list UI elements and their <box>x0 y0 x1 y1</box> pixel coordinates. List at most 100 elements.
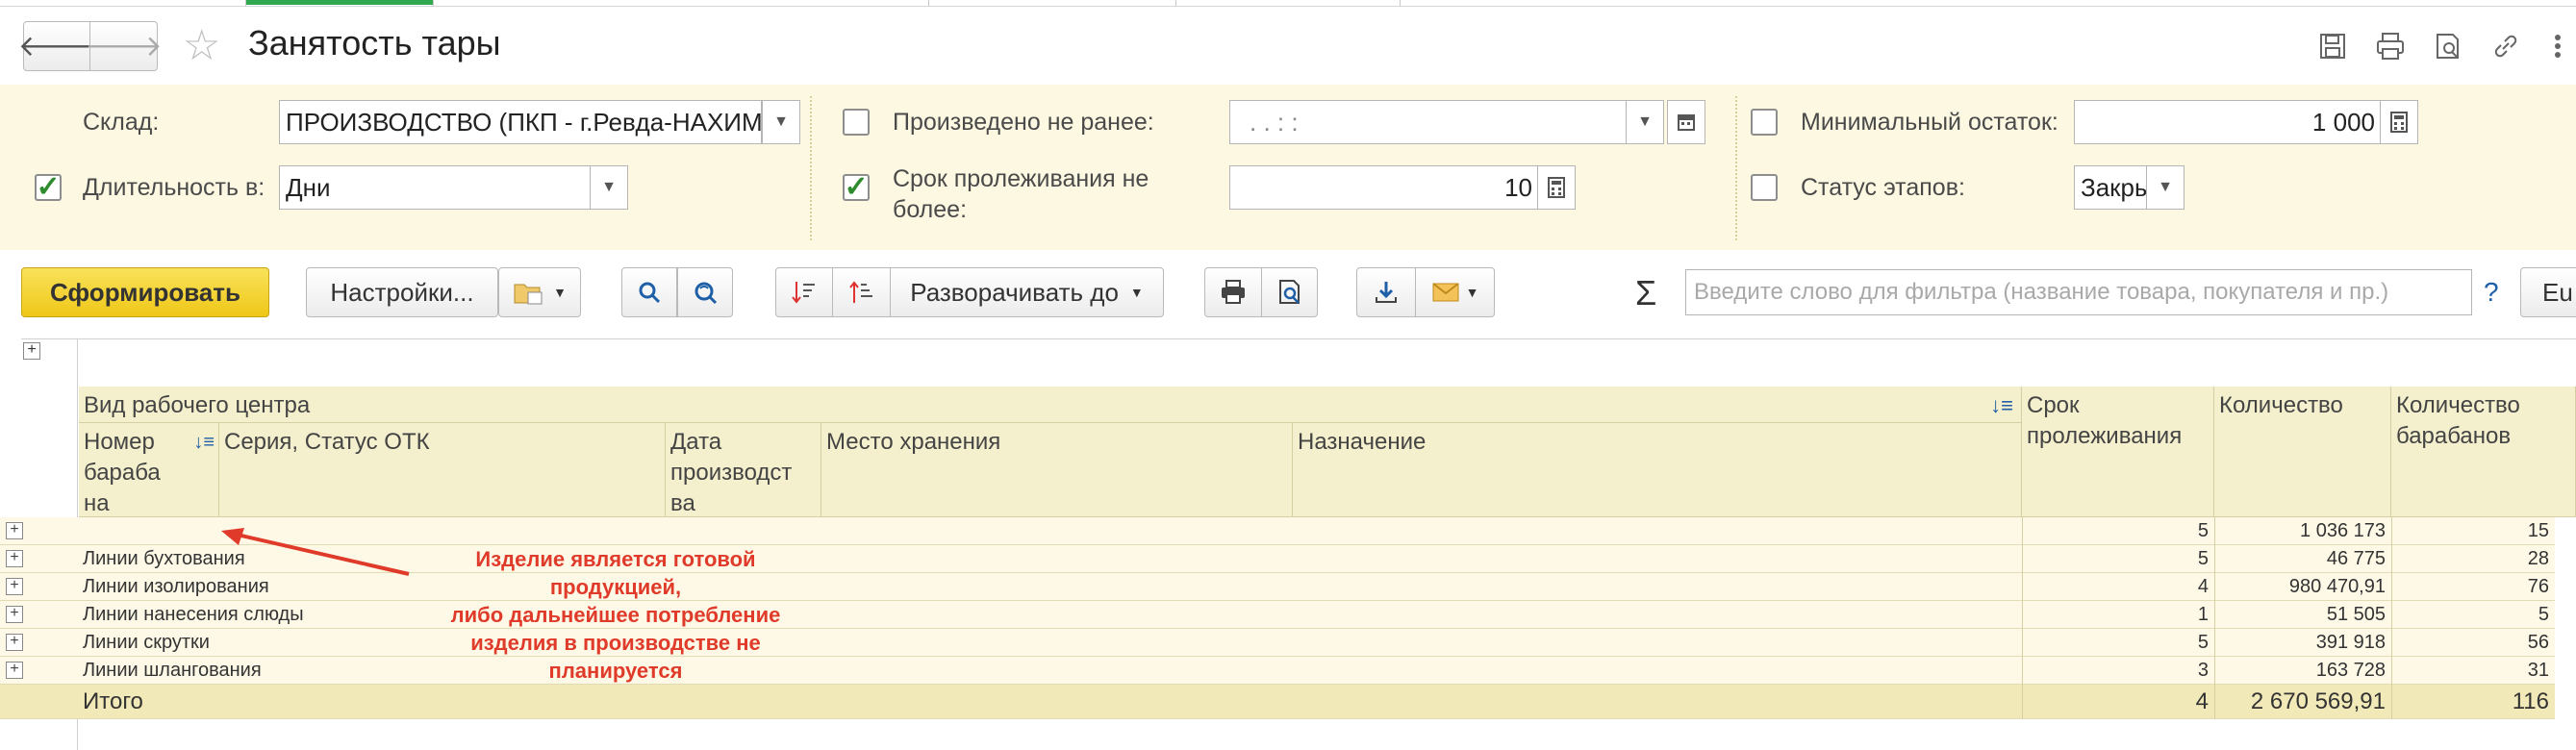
storage-days-label-line2: более: <box>893 196 968 223</box>
filter-search-input[interactable]: Введите слово для фильтра (название това… <box>1685 269 2472 315</box>
row-name: Линии нанесения слюды <box>83 604 304 625</box>
min-balance-calc-button[interactable] <box>2380 100 2418 144</box>
folder-icon <box>514 284 543 305</box>
tab-divider <box>1175 0 1176 6</box>
col-quantity[interactable]: Количество <box>2214 387 2391 517</box>
stage-status-dropdown-button[interactable]: ▼ <box>2146 165 2185 210</box>
row-qty: 46 775 <box>2326 548 2386 569</box>
expand-row-icon[interactable]: + <box>6 522 23 539</box>
produced-checkbox[interactable] <box>843 109 870 136</box>
calculator-icon <box>1548 177 1565 198</box>
find-button[interactable] <box>621 267 677 317</box>
stage-status-label: Статус этапов: <box>1801 174 1965 201</box>
print-icon[interactable] <box>2370 25 2411 67</box>
expand-row-icon[interactable]: + <box>6 606 23 623</box>
produced-date-field[interactable]: . . : : <box>1229 100 1645 144</box>
col-storage-days[interactable]: Срок пролеживания <box>2022 387 2214 517</box>
annotation-line: изделия в производстве не <box>470 631 761 655</box>
preview-icon <box>1278 280 1300 304</box>
calendar-icon <box>1678 114 1695 131</box>
expand-all-icon[interactable]: + <box>23 342 40 360</box>
table-row[interactable]: + Линии шлангования 3 163 728 31 <box>0 657 2555 685</box>
row-qty: 51 505 <box>2326 604 2386 625</box>
column-divider <box>2022 517 2023 719</box>
sort-icon[interactable]: ↓≡ <box>1990 390 2013 421</box>
checkmark-icon: ✓ <box>36 171 61 203</box>
row-days: 4 <box>2197 576 2209 597</box>
expand-to-label: Разворачивать до <box>910 277 1119 307</box>
sum-icon[interactable]: Σ <box>1635 273 1656 313</box>
annotation-text: Изделие является готовой продукцией, либ… <box>404 545 827 685</box>
annotation-line: Изделие является готовой <box>475 547 756 571</box>
col-purpose[interactable]: Назначение <box>1293 423 2022 517</box>
expand-row-icon[interactable]: + <box>6 662 23 679</box>
duration-field[interactable]: Дни <box>279 165 591 210</box>
find-next-button[interactable] <box>677 267 733 317</box>
duration-dropdown-button[interactable]: ▼ <box>590 165 628 210</box>
expand-row-icon[interactable]: + <box>6 550 23 567</box>
total-qty: 2 670 569,91 <box>2250 688 2386 714</box>
col-prod-date[interactable]: Дата производст ва <box>666 423 821 517</box>
arrow-left-icon: 🡐 <box>17 31 96 62</box>
table-row[interactable]: + Линии нанесения слюды 1 51 505 5 <box>0 601 2555 629</box>
col-storage-place[interactable]: Место хранения <box>821 423 1293 517</box>
calendar-button[interactable] <box>1667 100 1705 144</box>
min-balance-checkbox[interactable] <box>1751 109 1778 136</box>
total-drums: 116 <box>2512 688 2549 714</box>
expand-row-icon[interactable]: + <box>6 578 23 595</box>
forward-button[interactable]: 🡒 <box>85 21 163 71</box>
chevron-down-icon: ▼ <box>2158 179 2173 195</box>
sort-icon[interactable]: ↓≡ <box>193 427 215 458</box>
annotation-arrow <box>221 528 410 576</box>
link-icon[interactable] <box>2486 25 2526 67</box>
help-link[interactable]: ? <box>2484 277 2499 308</box>
storage-days-checkbox[interactable]: ✓ <box>843 173 870 202</box>
column-divider <box>2214 517 2215 719</box>
duration-checkbox[interactable]: ✓ <box>35 171 62 203</box>
col-drums[interactable]: Количество барабанов <box>2391 387 2576 517</box>
back-button[interactable]: 🡐 <box>18 21 95 71</box>
expand-to-button[interactable]: Разворачивать до ▼ <box>891 267 1164 317</box>
print-preview-button[interactable] <box>1262 267 1318 317</box>
filter-separator <box>810 96 812 240</box>
warehouse-dropdown-button[interactable]: ▼ <box>762 100 800 144</box>
generate-button[interactable]: Сформировать <box>21 267 269 317</box>
preview-icon[interactable] <box>2428 25 2468 67</box>
sort-asc-button[interactable] <box>833 267 891 317</box>
save-icon[interactable] <box>2312 25 2353 67</box>
tab-divider <box>928 0 929 6</box>
chevron-down-icon: ▼ <box>1637 113 1653 130</box>
sort-desc-button[interactable] <box>775 267 833 317</box>
table-row[interactable]: + Линии скрутки 5 391 918 56 <box>0 629 2555 657</box>
row-days: 1 <box>2197 604 2209 625</box>
tab-divider <box>1400 0 1401 6</box>
row-drums: 76 <box>2527 576 2549 597</box>
filter-separator <box>1735 96 1737 240</box>
warehouse-field[interactable]: ПРОИЗВОДСТВО (ПКП - г.Ревда-НАХИМ <box>279 100 762 144</box>
row-qty: 1 036 173 <box>2300 520 2386 541</box>
print-button[interactable] <box>1204 267 1262 317</box>
storage-days-calc-button[interactable] <box>1537 165 1576 210</box>
settings-button[interactable]: Настройки... <box>306 267 498 317</box>
stage-status-field[interactable]: Закры <box>2074 165 2147 210</box>
more-icon[interactable] <box>2543 25 2572 67</box>
col-series[interactable]: Серия, Статус ОТК <box>219 423 666 517</box>
stage-status-checkbox[interactable] <box>1751 174 1778 201</box>
row-name: Линии шлангования <box>83 660 262 681</box>
col-drum-number[interactable]: Номер бараба на ↓≡ <box>79 423 219 517</box>
min-balance-field[interactable]: 1 000 <box>2074 100 2382 144</box>
save-to-file-button[interactable] <box>1356 267 1416 317</box>
send-email-button[interactable]: ▼ <box>1416 267 1495 317</box>
produced-dropdown-button[interactable]: ▼ <box>1626 100 1664 144</box>
storage-days-field[interactable]: 10 <box>1229 165 1539 210</box>
currency-button[interactable]: Eu <box>2520 267 2576 317</box>
row-days: 5 <box>2197 548 2209 569</box>
chevron-down-icon: ▼ <box>553 285 567 300</box>
row-days: 5 <box>2197 520 2209 541</box>
variants-button[interactable]: ▼ <box>498 267 581 317</box>
row-drums: 31 <box>2527 660 2549 681</box>
favorite-star-icon[interactable]: ☆ <box>183 21 220 70</box>
col-drum-number-label: Номер бараба на <box>84 429 161 516</box>
expand-row-icon[interactable]: + <box>6 634 23 651</box>
envelope-icon <box>1431 283 1459 302</box>
